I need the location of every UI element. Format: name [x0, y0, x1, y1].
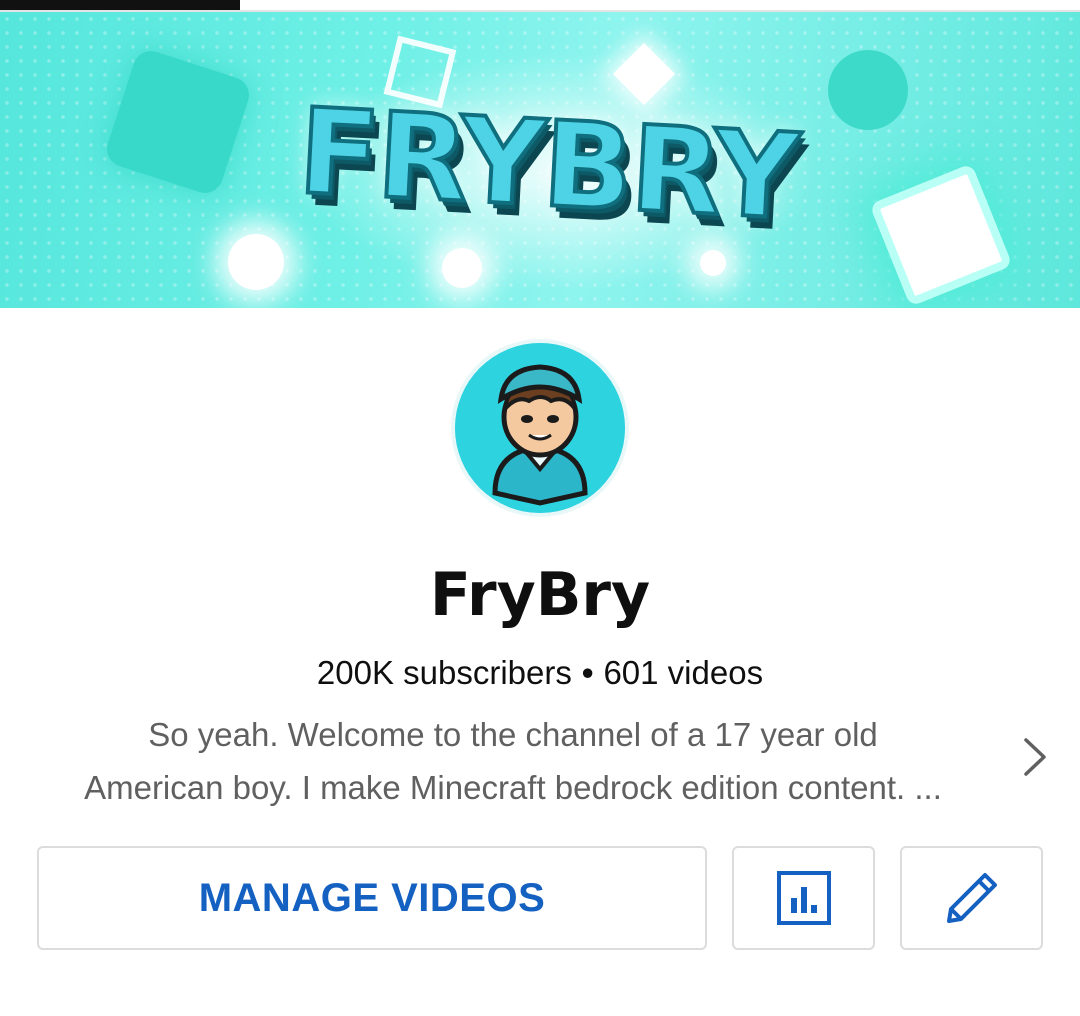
banner-orb — [442, 248, 482, 288]
description-line: So yeah. Welcome to the channel of a 17 … — [148, 716, 878, 753]
loading-progress-bar — [0, 0, 240, 10]
channel-avatar[interactable] — [455, 343, 625, 513]
channel-name: FryBry — [429, 560, 651, 630]
subscriber-count: 200K subscribers — [316, 654, 572, 691]
banner-logo-text: FRYBRY — [294, 80, 803, 248]
separator-dot: • — [581, 654, 594, 691]
analytics-button[interactable] — [732, 846, 875, 950]
banner-orb — [228, 234, 284, 290]
boy-avatar-illustration — [455, 343, 625, 513]
banner-orb — [700, 250, 726, 276]
manage-videos-button[interactable]: MANAGE VIDEOS — [37, 846, 707, 950]
analytics-icon — [776, 871, 831, 925]
edit-channel-button[interactable] — [900, 846, 1043, 950]
video-count: 601 videos — [603, 654, 764, 691]
chevron-right-icon[interactable] — [1014, 734, 1054, 780]
channel-description[interactable]: So yeah. Welcome to the channel of a 17 … — [38, 708, 988, 814]
channel-banner: FRYBRY — [0, 12, 1080, 308]
pencil-icon — [946, 873, 997, 923]
manage-videos-label: MANAGE VIDEOS — [198, 875, 546, 920]
channel-stats: 200K subscribers • 601 videos — [0, 654, 1080, 692]
description-line: American boy. I make Minecraft bedrock e… — [84, 769, 942, 806]
